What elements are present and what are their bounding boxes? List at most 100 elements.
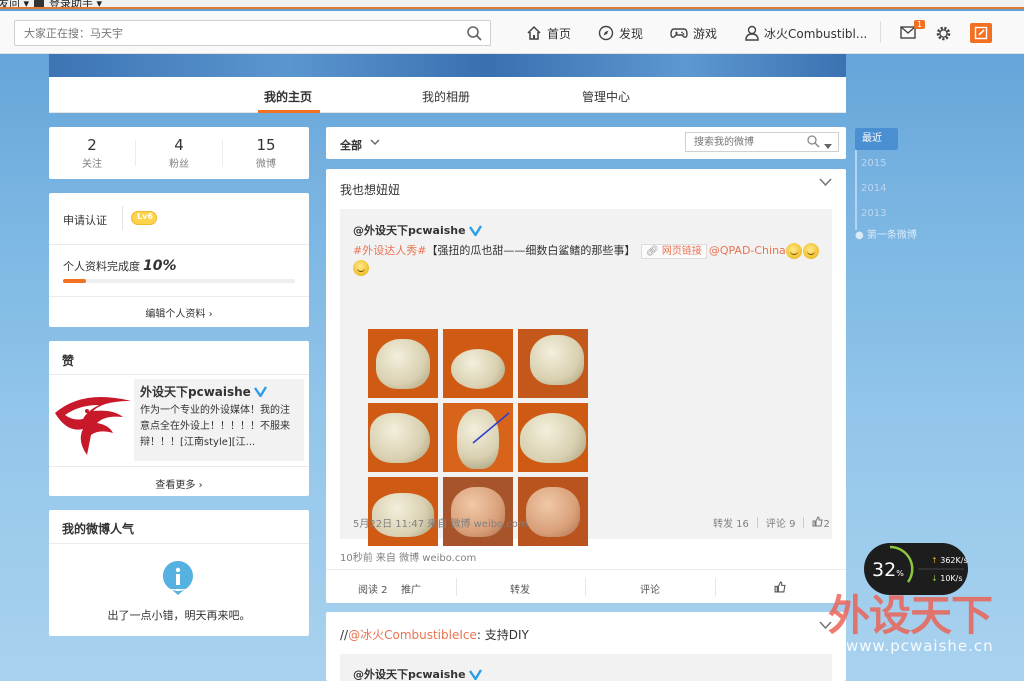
photo-thumbnail[interactable] <box>368 477 438 546</box>
popularity-card-title: 我的微博人气 <box>62 522 135 536</box>
liked-card-title: 赞 <box>62 354 75 368</box>
tab-manage[interactable]: 管理中心 <box>582 88 630 105</box>
photo-thumbnail[interactable] <box>518 329 588 398</box>
apply-verification-link[interactable]: 申请认证 <box>63 212 107 228</box>
popularity-card: 我的微博人气 出了一点小错，明天再来吧。 <box>49 510 309 636</box>
search-input[interactable] <box>15 21 445 45</box>
nav-discover[interactable]: 发现 <box>598 24 643 42</box>
original-comment-link[interactable]: 评论 9 <box>766 515 796 530</box>
liked-account-name[interactable]: 外设天下pcwaishe <box>140 383 298 400</box>
post-timestamp[interactable]: 10秒前 来自 微博 weibo.com <box>340 549 476 564</box>
chevron-right-icon: › <box>208 309 213 320</box>
user-icon <box>745 25 759 41</box>
cpu-percent-value: 32 <box>872 559 897 581</box>
mention-link[interactable]: @QPAD-China <box>709 244 786 257</box>
timeline-first-post[interactable]: ● 第一条微博 <box>855 226 917 241</box>
comment-button[interactable]: 评论 <box>640 581 660 596</box>
nav-home-label: 首页 <box>547 26 572 41</box>
chevron-down-icon[interactable] <box>370 136 380 150</box>
chevron-down-icon[interactable] <box>819 176 832 190</box>
search-icon[interactable] <box>807 135 820 151</box>
see-more-link[interactable]: 查看更多 › <box>49 476 309 491</box>
tab-home[interactable]: 我的主页 <box>264 88 312 105</box>
mention-link[interactable]: @冰火CombustibleIce <box>348 628 477 642</box>
feed-search-box <box>685 132 839 152</box>
completeness-bar-fill <box>63 279 87 283</box>
web-link[interactable]: 🔗︎ 网页链接 <box>640 244 707 259</box>
stat-following-count: 2 <box>87 136 97 154</box>
filter-all-dropdown[interactable]: 全部 <box>340 137 362 153</box>
level-badge[interactable]: Lv6 <box>131 211 157 225</box>
timeline-recent[interactable]: 最近 <box>855 128 898 150</box>
bookmark-item-login-helper[interactable]: 登录助手 ▾ <box>34 0 102 7</box>
link-icon: 🔗︎ <box>645 246 659 257</box>
stat-following-label: 关注 <box>82 159 102 170</box>
timeline-year[interactable]: 2014 <box>861 183 886 194</box>
stat-weibo-label: 微博 <box>256 159 276 170</box>
photo-thumbnail[interactable] <box>518 403 588 472</box>
nav-games[interactable]: 游戏 <box>670 24 717 42</box>
original-author[interactable]: @外设天下pcwaishe <box>353 666 482 681</box>
tab-album[interactable]: 我的相册 <box>422 88 470 105</box>
nav-user[interactable]: 冰火Combustibl... <box>745 24 867 42</box>
repost-button[interactable]: 转发 <box>510 581 530 596</box>
divider <box>49 543 309 544</box>
post-text: //@冰火CombustibleIce: 支持DIY <box>340 626 529 643</box>
photo-thumbnail[interactable] <box>368 403 438 472</box>
compose-button[interactable] <box>970 23 992 43</box>
divider <box>49 466 309 467</box>
bookmark-item[interactable]: 发问 ▾ <box>0 0 29 7</box>
original-repost-link[interactable]: 转发 16 <box>713 515 749 530</box>
divider <box>49 296 309 297</box>
timeline-year[interactable]: 2015 <box>861 158 886 169</box>
original-author-name: @外设天下pcwaishe <box>353 224 466 237</box>
original-text: #外设达人秀#【强扭的瓜也甜——细数白鲨鳍的那些事】 🔗︎ 网页链接 @QPAD-… <box>353 242 823 276</box>
stat-followers[interactable]: 4 粉丝 <box>136 136 222 170</box>
gear-icon <box>936 26 951 41</box>
stat-weibo[interactable]: 15 微博 <box>223 136 309 170</box>
home-icon <box>527 25 541 40</box>
liked-card: 赞 外设天下pcwaishe 作为一个专业的外设媒体！我的注意点全在外设上！！！… <box>49 341 309 496</box>
stats-card: 2 关注 4 粉丝 15 微博 <box>49 127 309 179</box>
profile-completeness: 个人资料完成度 10% <box>63 258 177 274</box>
reposted-original: @外设天下pcwaishe #外设达人秀#【强扭的瓜也甜——细数白鲨鳍的那些事】… <box>340 209 832 546</box>
photo-thumbnail[interactable] <box>443 403 513 472</box>
liked-account-info[interactable]: 外设天下pcwaishe 作为一个专业的外设媒体！我的注意点全在外设上！！！！！… <box>134 379 304 461</box>
edit-icon <box>974 26 988 40</box>
upload-speed: ↑ 362K/s <box>931 556 968 565</box>
original-like-count: 2 <box>823 518 830 530</box>
repost-prefix: // <box>340 628 349 642</box>
top-nav: 首页 发现 游戏 冰火Combustibl... 1 <box>0 11 1024 54</box>
edit-profile-link[interactable]: 编辑个人资料 › <box>49 305 309 320</box>
original-author[interactable]: @外设天下pcwaishe <box>353 222 482 238</box>
promote-button[interactable]: 推广 <box>401 581 421 596</box>
pcwaishe-eagle-logo[interactable] <box>53 393 133 460</box>
topic-link[interactable]: #外设达人秀# <box>353 244 426 257</box>
active-tab-indicator <box>258 110 320 113</box>
gamepad-icon <box>670 28 688 38</box>
search-icon[interactable] <box>467 26 482 44</box>
dropdown-arrow-icon[interactable] <box>824 139 832 153</box>
original-like-button[interactable]: 2 <box>812 515 830 530</box>
post-text: 我也想妞妞 <box>340 183 401 197</box>
feed-filter-bar: 全部 <box>326 127 846 159</box>
divider <box>49 374 309 375</box>
timeline-year[interactable]: 2013 <box>861 208 886 219</box>
original-timestamp[interactable]: 5月22日 11:47 来自 微博 weibo.com <box>353 515 528 530</box>
completeness-label: 个人资料完成度 <box>63 260 140 273</box>
photo-thumbnail[interactable] <box>443 329 513 398</box>
post-actions: 阅读 2 推广 转发 评论 <box>326 569 846 603</box>
post-body: 支持DIY <box>480 628 529 642</box>
stat-following[interactable]: 2 关注 <box>49 136 135 170</box>
photo-thumbnail[interactable] <box>518 477 588 546</box>
settings-button[interactable] <box>935 25 952 45</box>
edit-profile-label: 编辑个人资料 <box>145 309 206 320</box>
cpu-percent: 32% <box>872 559 904 581</box>
profile-tabs: 我的主页 我的相册 管理中心 <box>49 77 846 113</box>
feed-search-input[interactable] <box>686 133 796 151</box>
photo-thumbnail[interactable] <box>443 477 513 546</box>
photo-thumbnail[interactable] <box>368 329 438 398</box>
nav-home[interactable]: 首页 <box>526 24 571 42</box>
like-button[interactable] <box>774 581 786 596</box>
liked-account-description: 作为一个专业的外设媒体！我的注意点全在外设上！！！！！不服来辩！！！[江南sty… <box>140 405 290 448</box>
